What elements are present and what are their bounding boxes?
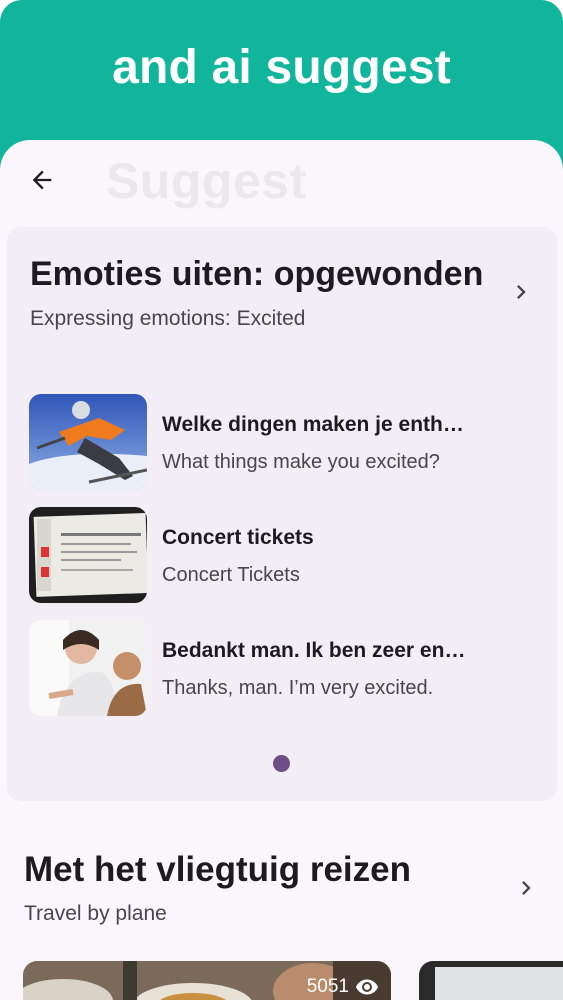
arrow-left-icon — [32, 170, 52, 190]
pager-dot-active[interactable] — [273, 755, 290, 772]
eye-icon — [356, 979, 378, 995]
chevron-right-icon[interactable] — [507, 278, 535, 306]
item-subtitle: Thanks, man. I’m very excited. — [162, 677, 434, 699]
list-item[interactable]: Concert tickets Concert Tickets — [29, 507, 539, 603]
featured-lesson-card[interactable]: Emoties uiten: opgewonden Expressing emo… — [7, 227, 557, 801]
item-title: Bedankt man. Ik ben zeer enthousiast. — [162, 639, 472, 662]
list-item[interactable]: Bedankt man. Ik ben zeer enthousiast. Th… — [29, 620, 539, 716]
list-item[interactable]: Welke dingen maken je enthousiast? What … — [29, 394, 539, 490]
section-title: Met het vliegtuig reizen — [24, 850, 411, 889]
item-subtitle: What things make you excited? — [162, 451, 440, 473]
back-button[interactable] — [22, 160, 62, 200]
app-bar: Suggest — [0, 140, 563, 220]
view-count-value: 5051 — [306, 976, 349, 997]
page-title: Suggest — [106, 153, 307, 209]
lesson-title: Emoties uiten: opgewonden — [30, 255, 484, 293]
item-subtitle: Concert Tickets — [162, 564, 300, 586]
item-title: Welke dingen maken je enthousiast? — [162, 413, 472, 436]
promo-title: and ai suggest — [112, 41, 451, 94]
skier-photo — [29, 394, 147, 490]
app-screen: Suggest Emoties uiten: opgewonden Expres… — [0, 140, 563, 1000]
lesson-subtitle: Expressing emotions: Excited — [30, 307, 306, 330]
view-count: 5051 — [307, 975, 379, 999]
video-thumbnail[interactable] — [419, 961, 563, 1000]
people-photo — [29, 620, 147, 716]
item-title: Concert tickets — [162, 526, 314, 549]
section-subtitle: Travel by plane — [24, 902, 167, 925]
chevron-right-icon[interactable] — [512, 874, 540, 902]
video-thumbnail[interactable]: 5051 — [23, 961, 391, 1000]
ticket-photo — [29, 507, 147, 603]
